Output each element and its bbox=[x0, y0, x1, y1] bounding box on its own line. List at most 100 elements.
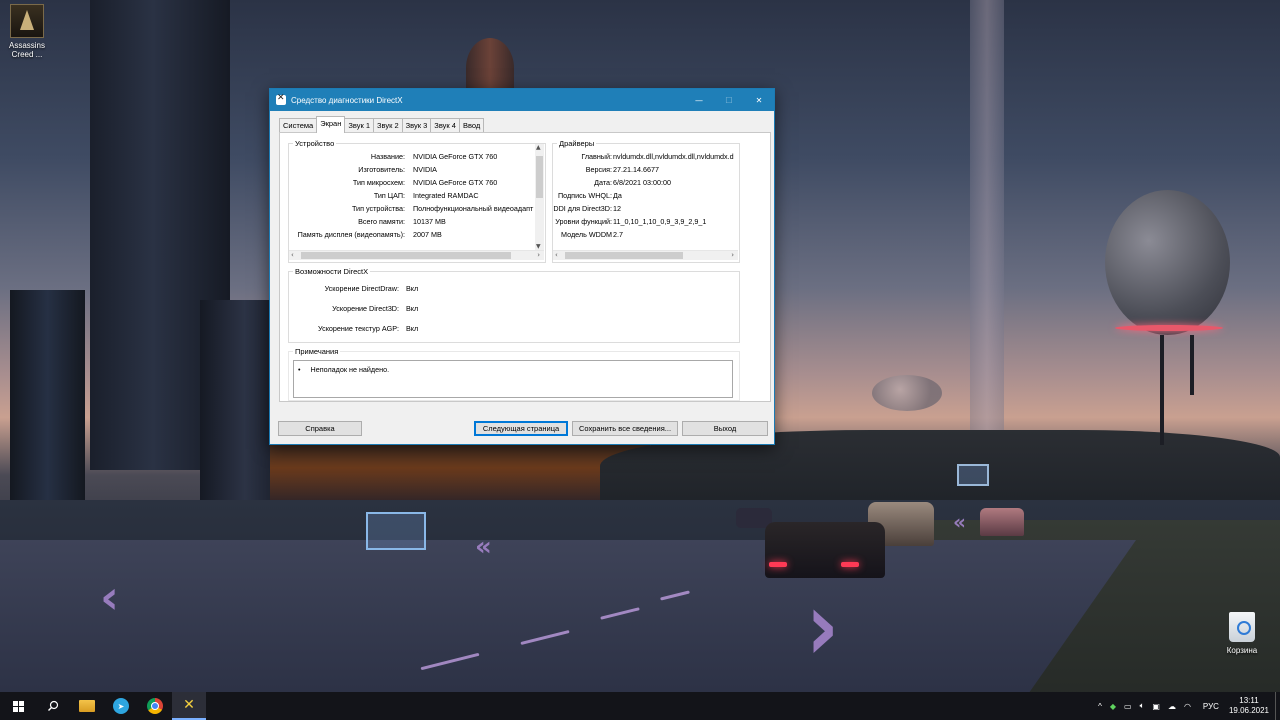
directx-features-group: Возможности DirectX Ускорение DirectDraw… bbox=[288, 267, 740, 343]
maximize-button: ☐ bbox=[725, 95, 733, 105]
driver-row-label: Главный: bbox=[581, 152, 612, 161]
wallpaper-chevron-small: « bbox=[953, 510, 966, 534]
wifi-icon[interactable]: ◠ bbox=[1184, 702, 1191, 711]
notes-group-title: Примечания bbox=[293, 347, 341, 356]
driver-row: Версия: 27.21.14.6677 bbox=[553, 165, 737, 175]
taskbar-telegram[interactable]: ➤ bbox=[104, 692, 138, 720]
close-button[interactable]: ✕ bbox=[744, 89, 774, 111]
wallpaper-chevron-double: « bbox=[475, 532, 492, 562]
device-group-title: Устройство bbox=[293, 139, 337, 148]
device-row-label: Название: bbox=[370, 152, 405, 161]
driver-row: Подпись WHQL: Да bbox=[553, 191, 737, 201]
tab-sound-4[interactable]: Звук 4 bbox=[430, 118, 460, 133]
driver-row-value: Да bbox=[613, 191, 622, 200]
device-row-label: Тип устройства: bbox=[351, 204, 405, 213]
search-button[interactable] bbox=[36, 692, 70, 720]
scroll-left-arrow-icon[interactable]: ‹ bbox=[291, 251, 294, 260]
show-hidden-icons-icon[interactable]: ^ bbox=[1098, 702, 1102, 711]
wallpaper-sphere-leg bbox=[1160, 335, 1164, 445]
feature-row: Ускорение DirectDraw: Вкл bbox=[289, 284, 729, 294]
exit-button[interactable]: Выход bbox=[682, 421, 768, 436]
device-row: Название: NVIDIA GeForce GTX 760 bbox=[289, 152, 535, 162]
driver-row-value: 2.7 bbox=[613, 230, 623, 239]
scroll-left-arrow-icon[interactable]: ‹ bbox=[555, 251, 558, 260]
cloud-icon[interactable]: ☁︎ bbox=[1168, 702, 1176, 711]
desktop-icon-assassins-creed[interactable]: Assassins Creed ... bbox=[0, 4, 54, 59]
device-row: Тип ЦАП: Integrated RAMDAC bbox=[289, 191, 535, 201]
minimize-button[interactable]: — bbox=[684, 89, 714, 111]
wallpaper-road bbox=[0, 540, 1137, 692]
desktop-icon-recycle-bin[interactable]: Корзина bbox=[1215, 612, 1269, 655]
wallpaper-sphere-ring bbox=[1115, 325, 1223, 331]
notes-box[interactable]: • Неполадок не найдено. bbox=[293, 360, 733, 398]
taskbar-chrome[interactable] bbox=[138, 692, 172, 720]
display-tab-panel: Устройство Название: NVIDIA GeForce GTX … bbox=[279, 132, 771, 402]
feature-label: Ускорение DirectDraw: bbox=[324, 284, 399, 293]
help-button[interactable]: Справка bbox=[278, 421, 362, 436]
scroll-right-arrow-icon[interactable]: › bbox=[537, 251, 540, 260]
wallpaper-road-sign bbox=[957, 464, 989, 486]
driver-row-value: 11_0,10_1,10_0,9_3,9_2,9_1 bbox=[613, 217, 707, 226]
device-info-list: Название: NVIDIA GeForce GTX 760 Изготов… bbox=[289, 152, 535, 250]
notes-group: Примечания • Неполадок не найдено. bbox=[288, 347, 740, 401]
driver-row-label: Версия: bbox=[585, 165, 612, 174]
volume-icon[interactable]: 🔈︎ bbox=[1140, 701, 1145, 711]
note-item: • Неполадок не найдено. bbox=[298, 365, 389, 374]
wallpaper-car-main bbox=[765, 522, 885, 578]
wallpaper-chevron-right: › bbox=[806, 570, 839, 683]
driver-row-value: 6/8/2021 03:00:00 bbox=[613, 178, 671, 187]
search-icon bbox=[48, 700, 59, 711]
device-row-value: 10137 MB bbox=[413, 217, 446, 226]
tab-sound-2[interactable]: Звук 2 bbox=[373, 118, 403, 133]
clock-time: 13:11 bbox=[1239, 696, 1259, 705]
scroll-down-arrow-icon[interactable]: ▼ bbox=[536, 243, 541, 250]
action-center-icon[interactable]: ▣ bbox=[1152, 702, 1160, 711]
wallpaper-road-sign bbox=[366, 512, 426, 550]
scroll-right-arrow-icon[interactable]: › bbox=[731, 251, 734, 260]
tab-sound-1[interactable]: Звук 1 bbox=[344, 118, 375, 133]
feature-value: Вкл bbox=[406, 324, 419, 333]
tab-input[interactable]: Ввод bbox=[458, 118, 485, 133]
nvidia-tray-icon[interactable]: ◆ bbox=[1110, 702, 1116, 711]
scrollbar-thumb[interactable] bbox=[301, 252, 511, 259]
drivers-group-title: Драйверы bbox=[557, 139, 597, 148]
tab-sound-3[interactable]: Звук 3 bbox=[401, 118, 432, 133]
device-group: Устройство Название: NVIDIA GeForce GTX … bbox=[288, 139, 546, 263]
drivers-horizontal-scrollbar[interactable]: ‹ › bbox=[553, 250, 738, 260]
tab-system[interactable]: Система bbox=[279, 118, 318, 133]
start-button[interactable] bbox=[0, 692, 36, 720]
tab-display[interactable]: Экран bbox=[316, 116, 346, 133]
driver-row-label: Подпись WHQL: bbox=[557, 191, 612, 200]
driver-row: Дата: 6/8/2021 03:00:00 bbox=[553, 178, 737, 188]
show-desktop-button[interactable] bbox=[1275, 692, 1280, 720]
device-row-value: NVIDIA bbox=[413, 165, 437, 174]
taskbar-dxdiag[interactable]: ✕ bbox=[172, 692, 206, 720]
device-horizontal-scrollbar[interactable]: ‹ › bbox=[289, 250, 544, 260]
network-icon[interactable]: ▭ bbox=[1124, 702, 1132, 711]
taskbar-file-explorer[interactable] bbox=[70, 692, 104, 720]
language-indicator[interactable]: РУС bbox=[1203, 702, 1219, 711]
device-vertical-scrollbar[interactable]: ▲ ▼ bbox=[535, 144, 544, 250]
feature-value: Вкл bbox=[406, 304, 419, 313]
clock[interactable]: 13:11 19.06.2021 bbox=[1229, 696, 1269, 716]
directx-taskbar-icon: ✕ bbox=[183, 697, 195, 713]
window-titlebar[interactable]: Средство диагностики DirectX — ☐ ✕ bbox=[270, 89, 774, 111]
wallpaper-car bbox=[980, 508, 1024, 536]
window-title: Средство диагностики DirectX bbox=[291, 95, 403, 105]
scroll-up-arrow-icon[interactable]: ▲ bbox=[536, 144, 541, 151]
device-row-label: Тип микросхем: bbox=[352, 178, 405, 187]
wallpaper-tower-small bbox=[10, 290, 85, 510]
device-row-value: Integrated RAMDAC bbox=[413, 191, 479, 200]
device-row: Тип устройства: Полнофункциональный виде… bbox=[289, 204, 535, 214]
scrollbar-thumb[interactable] bbox=[565, 252, 683, 259]
feature-row: Ускорение Direct3D: Вкл bbox=[289, 304, 729, 314]
scrollbar-thumb[interactable] bbox=[536, 156, 543, 198]
device-row-label: Изготовитель: bbox=[358, 165, 405, 174]
feature-label: Ускорение текстур AGP: bbox=[318, 324, 399, 333]
desktop-icon-label: Assassins Creed ... bbox=[8, 41, 45, 59]
save-all-info-button[interactable]: Сохранить все сведения... bbox=[572, 421, 678, 436]
taskbar: ➤ ✕ ^ ◆ ▭ 🔈︎ ▣ ☁︎ ◠ РУС 13:11 19.06.2021 bbox=[0, 692, 1280, 720]
device-row: Память дисплея (видеопамять): 2007 MB bbox=[289, 230, 535, 240]
next-page-button[interactable]: Следующая страница bbox=[474, 421, 568, 436]
note-text: Неполадок не найдено. bbox=[310, 365, 390, 374]
